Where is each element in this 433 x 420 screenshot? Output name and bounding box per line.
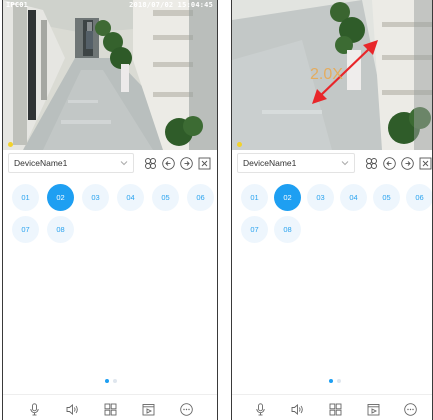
- channel-button[interactable]: 05: [373, 184, 400, 211]
- page-dot-active: [329, 379, 333, 383]
- channel-button-selected[interactable]: 02: [274, 184, 301, 211]
- device-selector[interactable]: DeviceName1: [237, 153, 355, 173]
- channel-button-selected[interactable]: 02: [47, 184, 74, 211]
- channel-button[interactable]: 06: [406, 184, 432, 211]
- chevron-down-icon: [341, 161, 349, 166]
- channel-button[interactable]: 08: [47, 216, 74, 243]
- live-toolbar: DeviceName1: [232, 151, 432, 175]
- more-icon[interactable]: [404, 403, 417, 416]
- more-icon[interactable]: [180, 403, 193, 416]
- device-name-label: DeviceName1: [243, 158, 297, 168]
- channel-button[interactable]: 08: [274, 216, 301, 243]
- live-toolbar: DeviceName1: [3, 151, 217, 175]
- page-dot-active: [105, 379, 109, 383]
- playback-icon[interactable]: [142, 403, 155, 416]
- recording-indicator: [237, 142, 242, 147]
- ptz-icon[interactable]: [365, 157, 378, 170]
- recording-indicator: [8, 142, 13, 147]
- osd-channel-label: IPC01: [6, 1, 29, 9]
- arrow-right-circle-icon[interactable]: [180, 156, 193, 170]
- live-view-panel-left: IPC01 2018/07/02 15:04:45 DeviceName1 01…: [3, 0, 217, 420]
- chevron-down-icon: [120, 161, 128, 166]
- channel-button[interactable]: 07: [241, 216, 268, 243]
- speaker-icon[interactable]: [291, 403, 304, 416]
- grid-layout-icon[interactable]: [329, 403, 342, 416]
- arrow-right-circle-icon[interactable]: [401, 156, 414, 170]
- close-window-icon[interactable]: [419, 157, 432, 170]
- bottom-action-bar: [3, 394, 217, 420]
- page-dot: [113, 379, 117, 383]
- zoom-level-label: 2.0X: [310, 66, 343, 83]
- osd-timestamp: 2018/07/02 15:04:45: [129, 1, 213, 9]
- channel-button[interactable]: 06: [187, 184, 214, 211]
- channel-button[interactable]: 01: [241, 184, 268, 211]
- live-video-view-zoomed[interactable]: 2.0X: [232, 0, 432, 150]
- device-selector[interactable]: DeviceName1: [8, 153, 134, 173]
- microphone-icon[interactable]: [28, 403, 41, 416]
- page-indicator: [232, 379, 432, 385]
- microphone-icon[interactable]: [254, 403, 267, 416]
- arrow-left-circle-icon[interactable]: [383, 156, 396, 170]
- live-view-panel-right: 2.0X DeviceName1 01 02 03 04 05 06 07 08: [232, 0, 432, 420]
- channel-button[interactable]: 03: [82, 184, 109, 211]
- close-window-icon[interactable]: [198, 157, 211, 170]
- channel-button[interactable]: 03: [307, 184, 334, 211]
- bottom-action-bar: [232, 394, 432, 420]
- channel-button[interactable]: 04: [117, 184, 144, 211]
- speaker-icon[interactable]: [66, 403, 79, 416]
- arrow-left-circle-icon[interactable]: [162, 156, 175, 170]
- ptz-icon[interactable]: [144, 157, 157, 170]
- channel-button[interactable]: 04: [340, 184, 367, 211]
- device-name-label: DeviceName1: [14, 158, 68, 168]
- page-indicator: [3, 379, 217, 385]
- channel-button[interactable]: 07: [12, 216, 39, 243]
- camera-scene-image: [3, 0, 217, 150]
- page-dot: [337, 379, 341, 383]
- channel-button[interactable]: 05: [152, 184, 179, 211]
- channel-button[interactable]: 01: [12, 184, 39, 211]
- playback-icon[interactable]: [367, 403, 380, 416]
- grid-layout-icon[interactable]: [104, 403, 117, 416]
- live-video-view[interactable]: IPC01 2018/07/02 15:04:45: [3, 0, 217, 150]
